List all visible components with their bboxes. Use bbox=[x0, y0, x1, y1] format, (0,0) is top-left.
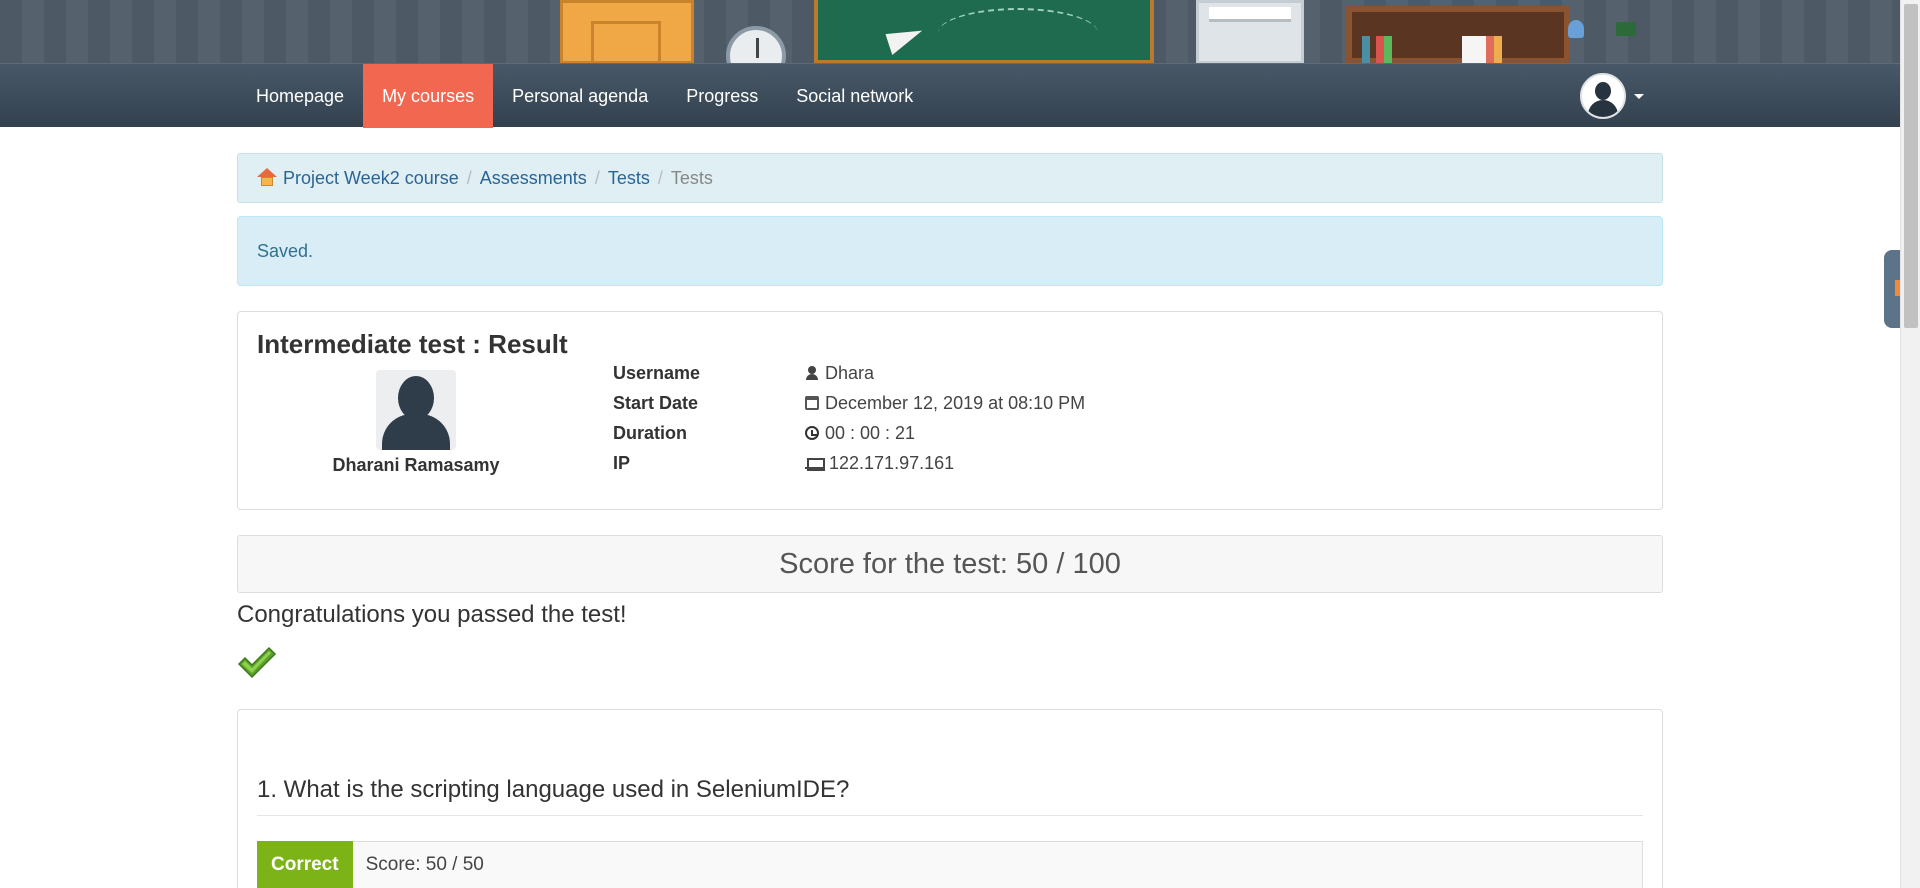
info-row-username: Username Dhara bbox=[613, 359, 874, 387]
question-panel: 1. What is the scripting language used i… bbox=[237, 709, 1663, 888]
calendar-icon bbox=[805, 396, 819, 410]
home-icon bbox=[257, 168, 277, 188]
test-score-box: Score for the test: 50 / 100 bbox=[237, 535, 1663, 593]
user-full-name: Dharani Ramasamy bbox=[332, 455, 500, 475]
question-result-bar: Correct Score: 50 / 50 bbox=[257, 841, 1643, 888]
breadcrumb-separator: / bbox=[657, 167, 663, 188]
nav-menu: Homepage My courses Personal agenda Prog… bbox=[237, 64, 932, 128]
congratulations-message: Congratulations you passed the test! bbox=[237, 601, 627, 628]
info-label: Username bbox=[613, 362, 701, 383]
banner-door-illustration bbox=[560, 0, 694, 64]
correct-badge: Correct bbox=[257, 841, 353, 888]
check-icon bbox=[237, 646, 277, 679]
paper-plane-icon bbox=[885, 22, 927, 56]
question-title: 1. What is the scripting language used i… bbox=[257, 776, 850, 803]
username-value: Dhara bbox=[825, 362, 875, 383]
nav-item-my-courses[interactable]: My courses bbox=[363, 64, 494, 128]
info-value: 122.171.97.161 bbox=[805, 453, 954, 474]
result-title: Intermediate test : Result bbox=[257, 329, 568, 359]
info-row-ip: IP 122.171.97.161 bbox=[613, 449, 954, 477]
info-value: December 12, 2019 at 08:10 PM bbox=[805, 393, 1085, 414]
banner-paper-illustration bbox=[1196, 0, 1304, 64]
side-panel-tab[interactable] bbox=[1884, 250, 1900, 328]
question-score: Score: 50 / 50 bbox=[365, 854, 484, 875]
info-value: 00 : 00 : 21 bbox=[805, 423, 915, 444]
divider bbox=[257, 815, 1643, 816]
nav-item-social-network[interactable]: Social network bbox=[777, 64, 932, 128]
info-value: Dhara bbox=[805, 363, 874, 384]
page-scrollbar[interactable] bbox=[1900, 0, 1920, 888]
breadcrumb-separator: / bbox=[466, 167, 472, 188]
breadcrumb: Project Week2 course / Assessments / Tes… bbox=[237, 153, 1663, 203]
clock-icon bbox=[805, 426, 819, 440]
info-label: Start Date bbox=[613, 392, 699, 413]
banner-clock-illustration bbox=[726, 26, 786, 64]
info-row-duration: Duration 00 : 00 : 21 bbox=[613, 419, 915, 447]
main-navbar: Homepage My courses Personal agenda Prog… bbox=[0, 63, 1900, 128]
breadcrumb-assessments-link[interactable]: Assessments bbox=[480, 168, 587, 189]
start-date-value: December 12, 2019 at 08:10 PM bbox=[825, 392, 1086, 413]
users-online-icon[interactable] bbox=[1568, 20, 1584, 38]
nav-item-homepage[interactable]: Homepage bbox=[237, 64, 363, 128]
ip-value: 122.171.97.161 bbox=[829, 452, 955, 473]
banner-bookshelf-illustration bbox=[1346, 6, 1570, 64]
breadcrumb-tests-link[interactable]: Tests bbox=[608, 168, 650, 189]
info-row-start-date: Start Date December 12, 2019 at 08:10 PM bbox=[613, 389, 1085, 417]
info-label: Duration bbox=[613, 422, 687, 443]
user-menu-toggle[interactable] bbox=[1580, 72, 1644, 120]
nav-item-personal-agenda[interactable]: Personal agenda bbox=[493, 64, 667, 128]
scrollbar-thumb[interactable] bbox=[1904, 4, 1918, 328]
nav-item-progress[interactable]: Progress bbox=[667, 64, 777, 128]
laptop-icon bbox=[805, 456, 825, 471]
breadcrumb-separator: / bbox=[594, 167, 600, 188]
info-label: IP bbox=[613, 452, 631, 473]
test-score-text: Score for the test: 50 / 100 bbox=[779, 547, 1121, 580]
banner-chalkboard-illustration bbox=[814, 0, 1154, 64]
user-photo bbox=[376, 370, 456, 450]
duration-value: 00 : 00 : 21 bbox=[825, 422, 916, 443]
breadcrumb-current: Tests bbox=[670, 167, 713, 188]
result-panel: Intermediate test : Result Dharani Ramas… bbox=[237, 311, 1663, 510]
chalkboard-icon[interactable] bbox=[1616, 22, 1636, 36]
header-banner bbox=[0, 0, 1900, 64]
chevron-down-icon bbox=[1634, 93, 1644, 99]
user-icon bbox=[805, 366, 819, 380]
saved-alert: Saved. bbox=[237, 216, 1663, 286]
user-avatar-icon bbox=[1580, 73, 1626, 119]
banner-tray bbox=[1568, 18, 1658, 42]
breadcrumb-course-link[interactable]: Project Week2 course bbox=[283, 168, 459, 189]
alert-message: Saved. bbox=[257, 240, 314, 261]
